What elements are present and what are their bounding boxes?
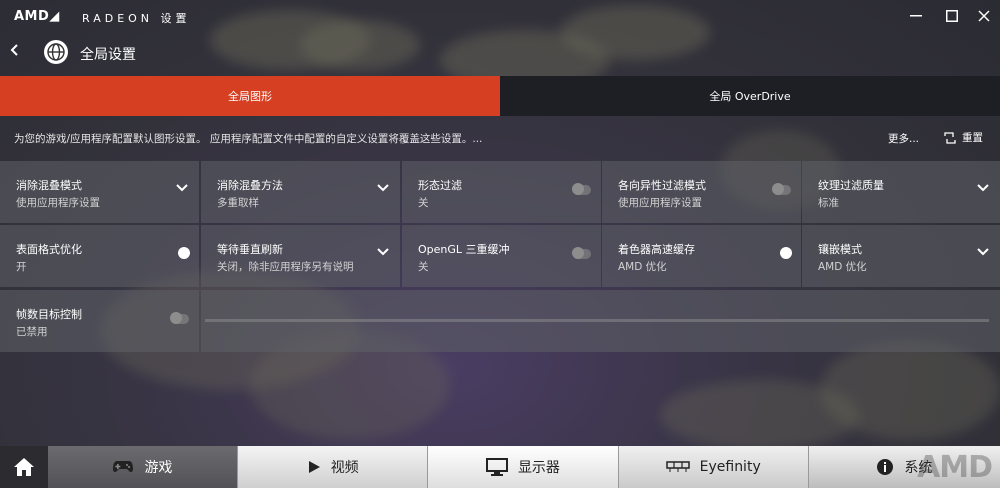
toggle-switch[interactable] [572, 247, 591, 259]
setting-value: 开 [16, 261, 27, 273]
toggle-switch[interactable] [170, 312, 189, 324]
setting-surface-format: 表面格式优化 开 [0, 225, 199, 287]
eyefinity-icon [665, 461, 690, 472]
setting-opengl-triple-buffer: OpenGL 三重缓冲 关 [402, 225, 601, 287]
bottom-navbar: 游戏 视频 显示器 Eyefinity 系统 AMD [0, 446, 1000, 488]
amd-watermark-logo: AMD [917, 450, 993, 485]
toggle-switch[interactable] [772, 183, 791, 195]
info-icon [877, 459, 894, 475]
setting-tessellation[interactable]: 镶嵌模式 AMD 优化 [802, 225, 1000, 287]
setting-anisotropic-filter: 各向异性过滤模式 使用应用程序设置 [602, 161, 801, 223]
toggle-switch[interactable] [171, 247, 190, 259]
frame-target-slider[interactable] [201, 290, 1000, 352]
nav-games[interactable]: 游戏 [47, 446, 238, 488]
setting-texture-quality[interactable]: 纹理过滤质量 标准 [802, 161, 1000, 223]
setting-value: 多重取样 [217, 197, 259, 209]
slider-track[interactable] [205, 319, 989, 322]
nav-display[interactable]: 显示器 [428, 446, 618, 488]
tab-bar: 全局图形 全局 OverDrive [0, 76, 1000, 116]
setting-title: 消除混叠方法 [217, 179, 283, 192]
reset-label: 重置 [962, 132, 983, 144]
setting-title: 着色器高速缓存 [618, 243, 695, 256]
tab-global-overdrive[interactable]: 全局 OverDrive [500, 76, 1000, 116]
setting-title: 帧数目标控制 [16, 308, 82, 321]
play-icon [308, 461, 320, 473]
amd-logo: AMD◢ [14, 9, 60, 24]
setting-title: 等待垂直刷新 [217, 243, 283, 256]
setting-value: 使用应用程序设置 [618, 197, 702, 209]
chevron-down-icon[interactable] [976, 247, 990, 257]
more-link[interactable]: 更多... [888, 131, 919, 146]
setting-title: 表面格式优化 [16, 243, 82, 256]
gamepad-icon [113, 461, 134, 473]
page-title: 全局设置 [80, 47, 136, 63]
setting-value: 已禁用 [16, 326, 48, 338]
page-header: 全局设置 [0, 34, 1000, 72]
home-button[interactable] [0, 446, 48, 488]
setting-value: 关 [418, 197, 429, 209]
nav-video[interactable]: 视频 [238, 446, 428, 488]
nav-video-label: 视频 [330, 460, 359, 476]
setting-value: 使用应用程序设置 [16, 197, 100, 209]
setting-value: 关 [418, 261, 429, 273]
reset-button[interactable]: 重置 [944, 130, 983, 145]
nav-system[interactable]: 系统 AMD [808, 446, 1000, 488]
chevron-down-icon[interactable] [376, 247, 390, 257]
setting-title: 各向异性过滤模式 [618, 179, 706, 192]
setting-title: OpenGL 三重缓冲 [418, 243, 510, 256]
monitor-icon [485, 458, 508, 476]
reset-icon [944, 131, 956, 144]
nav-eyefinity-label: Eyefinity [699, 459, 761, 475]
chevron-down-icon[interactable] [976, 183, 990, 193]
setting-shader-cache: 着色器高速缓存 AMD 优化 [602, 225, 801, 287]
chevron-down-icon[interactable] [175, 183, 189, 193]
tab-global-graphics[interactable]: 全局图形 [0, 76, 500, 116]
app-title: RADEON 设置 [82, 12, 191, 25]
setting-antialias-mode[interactable]: 消除混叠模式 使用应用程序设置 [0, 161, 199, 223]
toggle-switch[interactable] [572, 183, 591, 195]
maximize-icon[interactable] [942, 6, 962, 26]
close-icon[interactable] [974, 6, 994, 26]
minimize-icon[interactable] [906, 6, 926, 26]
toggle-switch[interactable] [773, 247, 792, 259]
setting-title: 纹理过滤质量 [818, 179, 884, 192]
setting-antialias-method[interactable]: 消除混叠方法 多重取样 [201, 161, 400, 223]
setting-value: 关闭，除非应用程序另有说明 [217, 261, 354, 273]
home-icon [13, 458, 34, 476]
setting-value: 标准 [818, 197, 839, 209]
globe-icon [43, 39, 69, 69]
description-text: 为您的游戏/应用程序配置默认图形设置。 应用程序配置文件中配置的自定义设置将覆盖… [14, 133, 483, 145]
titlebar: AMD◢ RADEON 设置 [0, 0, 1000, 32]
nav-games-label: 游戏 [144, 460, 173, 476]
nav-eyefinity[interactable]: Eyefinity [618, 446, 808, 488]
setting-title: 形态过滤 [418, 179, 462, 192]
setting-value: AMD 优化 [818, 261, 867, 273]
chevron-down-icon[interactable] [376, 183, 390, 193]
setting-morphological-filter: 形态过滤 关 [402, 161, 601, 223]
setting-title: 镶嵌模式 [818, 243, 862, 256]
setting-value: AMD 优化 [618, 261, 667, 273]
back-icon[interactable] [10, 42, 20, 63]
setting-vsync[interactable]: 等待垂直刷新 关闭，除非应用程序另有说明 [201, 225, 400, 287]
setting-title: 消除混叠模式 [16, 179, 82, 192]
nav-display-label: 显示器 [517, 460, 560, 476]
setting-frame-target: 帧数目标控制 已禁用 [0, 290, 199, 352]
